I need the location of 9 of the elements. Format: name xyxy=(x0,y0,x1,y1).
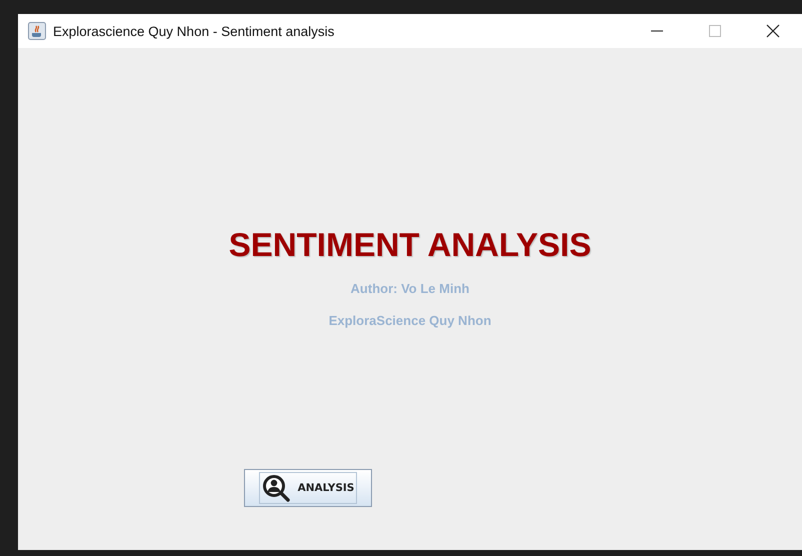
maximize-icon xyxy=(709,25,721,37)
author-text: Author: Vo Le Minh xyxy=(350,280,470,298)
heading: SENTIMENT ANALYSIS xyxy=(228,225,592,265)
analysis-button[interactable]: ANALYSIS xyxy=(244,469,372,507)
window-title: Explorascience Quy Nhon - Sentiment analysis xyxy=(53,24,334,38)
cup-icon xyxy=(28,22,46,40)
minimize-icon xyxy=(651,30,663,32)
affiliation-text: ExploraScience Quy Nhon xyxy=(328,312,492,330)
close-icon xyxy=(766,24,780,38)
